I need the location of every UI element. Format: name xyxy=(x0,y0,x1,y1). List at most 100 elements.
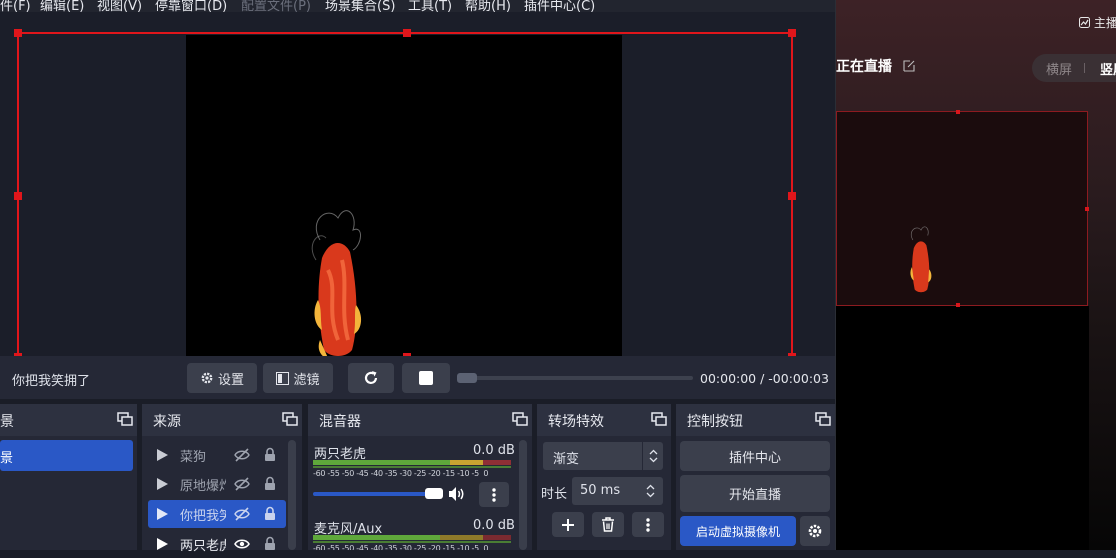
source-item[interactable]: 两只老虎 xyxy=(148,530,286,558)
menu-plugin-center[interactable]: 插件中心(C) xyxy=(524,0,595,12)
eye-hidden-icon[interactable] xyxy=(234,448,250,462)
gear-icon xyxy=(808,524,822,538)
play-icon[interactable] xyxy=(156,537,169,551)
source-selection-box[interactable] xyxy=(14,29,796,361)
eye-hidden-icon[interactable] xyxy=(234,477,250,491)
duration-value: 50 ms xyxy=(580,483,621,498)
filters-label: 滤镜 xyxy=(293,372,320,388)
portrait-preview[interactable] xyxy=(836,110,1089,307)
settings-button[interactable]: 设置 xyxy=(187,363,257,393)
settings-label: 设置 xyxy=(217,372,244,388)
time-readout: 00:00:00 / -00:00:03 xyxy=(700,371,829,386)
scenes-dock-header: 景 xyxy=(0,404,137,436)
trash-icon xyxy=(602,517,614,532)
restart-button[interactable] xyxy=(348,363,394,393)
anchor-label[interactable]: 主播 xyxy=(1079,14,1116,31)
menu-file[interactable]: 件(F) xyxy=(0,0,31,12)
start-stream-button[interactable]: 开始直播 xyxy=(680,475,830,512)
play-icon[interactable] xyxy=(156,448,169,462)
menu-scene-collection[interactable]: 场景集合(S) xyxy=(325,0,395,12)
channel-menu-button[interactable] xyxy=(479,482,509,507)
source-item-label: 菜狗 xyxy=(180,450,207,465)
chart-icon xyxy=(1079,17,1090,28)
scene-item-label: 景 xyxy=(0,451,14,466)
float-dock-icon[interactable] xyxy=(282,412,298,426)
play-icon[interactable] xyxy=(156,477,169,491)
audio-mixer-dock: 混音器 两只老虎 0.0 dB -60 -55 -50 -45 -40 -35 … xyxy=(308,404,532,550)
resize-handle[interactable] xyxy=(14,192,22,200)
preview-area[interactable] xyxy=(0,12,835,361)
start-virtual-camera-button[interactable]: 启动虚拟摄像机 xyxy=(680,516,796,546)
controls-dock-title: 控制按钮 xyxy=(687,414,743,430)
add-transition-button[interactable] xyxy=(552,512,584,537)
sources-dock-header: 来源 xyxy=(142,404,302,436)
scene-item[interactable]: 景 xyxy=(0,440,133,471)
source-item-selected[interactable]: 你把我笑拥了 xyxy=(148,500,286,528)
volume-meter-yellow xyxy=(440,535,483,540)
float-dock-icon[interactable] xyxy=(815,412,831,426)
sources-scrollbar[interactable] xyxy=(288,440,296,550)
edit-icon[interactable] xyxy=(903,60,915,72)
menu-view[interactable]: 视图(V) xyxy=(97,0,142,12)
resize-handle[interactable] xyxy=(788,29,796,37)
menu-tools[interactable]: 工具(T) xyxy=(408,0,452,12)
toggle-divider xyxy=(1084,63,1085,73)
orientation-landscape[interactable]: 横屏 xyxy=(1046,59,1072,78)
lock-icon[interactable] xyxy=(264,476,276,491)
float-dock-icon[interactable] xyxy=(651,412,667,426)
live-title-text: 正在直播 xyxy=(836,59,892,75)
refresh-icon xyxy=(364,371,378,384)
transition-select[interactable]: 渐变 xyxy=(543,442,663,470)
volume-meter-peak xyxy=(313,466,511,468)
updown-chevron-icon[interactable] xyxy=(646,484,655,498)
seek-bar[interactable] xyxy=(457,376,693,380)
resize-handle[interactable] xyxy=(788,192,796,200)
anchor-text: 主播 xyxy=(1093,16,1116,30)
duration-spinbox[interactable]: 50 ms xyxy=(572,477,663,505)
orientation-portrait[interactable]: 竖屏 xyxy=(1100,59,1116,78)
plugin-center-button[interactable]: 插件中心 xyxy=(680,441,830,471)
transition-select-value: 渐变 xyxy=(553,452,580,467)
stop-button[interactable] xyxy=(402,363,450,393)
resize-handle[interactable] xyxy=(403,29,411,37)
source-item[interactable]: 原地爆炸 xyxy=(148,470,286,498)
meter-scale: -60 -55 -50 -45 -40 -35 -30 -25 -20 -15 … xyxy=(313,469,489,478)
more-vertical-icon xyxy=(646,517,650,532)
menu-edit[interactable]: 编辑(E) xyxy=(40,0,84,12)
eye-icon[interactable] xyxy=(234,537,250,551)
float-dock-icon[interactable] xyxy=(117,412,133,426)
updown-chevron-icon xyxy=(649,449,658,463)
duration-label: 时长 xyxy=(541,487,568,502)
transitions-dock-title: 转场特效 xyxy=(548,414,604,430)
lock-icon[interactable] xyxy=(264,536,276,551)
lock-icon[interactable] xyxy=(264,506,276,521)
volume-slider-handle[interactable] xyxy=(425,488,443,499)
virtual-camera-settings-button[interactable] xyxy=(800,516,830,546)
live-status-title: 正在直播 xyxy=(836,56,915,76)
volume-meter-green xyxy=(313,535,440,540)
source-item[interactable]: 菜狗 xyxy=(148,441,286,469)
float-dock-icon[interactable] xyxy=(512,412,528,426)
lock-icon[interactable] xyxy=(264,447,276,462)
menu-help[interactable]: 帮助(H) xyxy=(465,0,511,12)
mixer-scrollbar[interactable] xyxy=(519,440,527,550)
eye-hidden-icon[interactable] xyxy=(234,507,250,521)
source-item-label: 两只老虎 xyxy=(180,539,226,554)
menu-docks[interactable]: 停靠窗口(D) xyxy=(155,0,227,12)
play-icon[interactable] xyxy=(156,507,169,521)
filters-button[interactable]: 滤镜 xyxy=(263,363,333,393)
mixer-dock-header: 混音器 xyxy=(308,404,532,436)
seek-handle[interactable] xyxy=(457,373,477,383)
volume-meter-red xyxy=(483,535,511,540)
transition-properties-button[interactable] xyxy=(632,512,664,537)
current-source-name: 你把我笑拥了 xyxy=(12,374,91,389)
volume-slider-track[interactable] xyxy=(313,492,441,496)
controls-dock: 控制按钮 插件中心 开始直播 启动虚拟摄像机 xyxy=(676,404,835,550)
sources-dock-title: 来源 xyxy=(153,414,181,430)
more-vertical-icon xyxy=(492,487,496,502)
filter-icon xyxy=(276,371,290,385)
speaker-icon[interactable] xyxy=(448,486,466,502)
resize-handle[interactable] xyxy=(14,29,22,37)
remove-transition-button[interactable] xyxy=(592,512,624,537)
scenes-dock-title: 景 xyxy=(0,414,14,430)
